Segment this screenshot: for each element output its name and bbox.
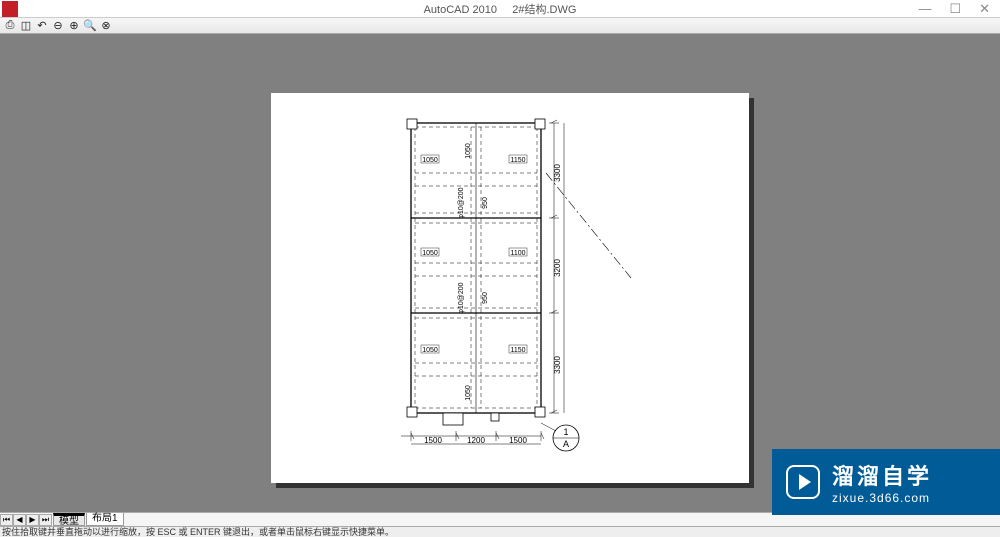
watermark-title: 溜溜自学: [832, 459, 932, 491]
floor-plan-drawing: 3300 3200 3300 1500 1200 1500: [401, 113, 731, 483]
maximize-button[interactable]: ☐: [949, 1, 961, 17]
watermark-sub: zixue.3d66.com: [832, 491, 932, 505]
dim-b1: 1500: [424, 436, 442, 445]
zoom-out-button[interactable]: ⊖: [51, 19, 65, 33]
file-name: 2#结构.DWG: [512, 4, 576, 16]
play-icon: [786, 465, 820, 499]
window-controls: — ☐ ✕: [918, 1, 1000, 17]
dim-r1: 3300: [553, 164, 562, 182]
ir1: 1150: [510, 157, 525, 164]
grid-num: 1: [563, 427, 568, 437]
preview-toolbar: ⎙ ◫ ↶ ⊖ ⊕ 🔍 ⊗: [0, 18, 1000, 34]
v2: 950: [482, 197, 489, 209]
tab-next-button[interactable]: ▶: [26, 514, 39, 526]
minimize-button[interactable]: —: [918, 1, 931, 17]
v1: 1050: [465, 143, 472, 159]
close-preview-button[interactable]: ⊗: [99, 19, 113, 33]
il2: 1050: [422, 250, 438, 257]
dim-r3: 3300: [553, 356, 562, 374]
watermark: 溜溜自学 zixue.3d66.com: [772, 449, 1000, 515]
ir2: 1100: [510, 250, 525, 257]
v4: 1050: [465, 385, 472, 401]
app-name: AutoCAD 2010: [424, 4, 497, 16]
zoom-in-button[interactable]: ⊕: [67, 19, 81, 33]
zoom-glass-button[interactable]: 🔍: [83, 19, 97, 33]
app-icon: [2, 1, 18, 17]
rebar1: φ10@200: [458, 187, 465, 218]
tab-prev-button[interactable]: ◀: [13, 514, 26, 526]
rebar2: φ10@200: [458, 282, 465, 313]
paper-wrapper: 3300 3200 3300 1500 1200 1500: [271, 93, 753, 487]
drawing-area[interactable]: 3300 3200 3300 1500 1200 1500: [0, 34, 1000, 515]
close-button[interactable]: ✕: [979, 1, 990, 17]
title-bar: AutoCAD 2010 2#结构.DWG — ☐ ✕: [0, 0, 1000, 18]
il1: 1050: [422, 157, 438, 164]
dim-r2: 3200: [553, 259, 562, 277]
tab-navigation: ⏮ ◀ ▶ ⏭: [0, 514, 52, 526]
tab-layout1[interactable]: 布局1: [86, 513, 124, 526]
tab-first-button[interactable]: ⏮: [0, 514, 13, 526]
ir3: 1150: [510, 347, 525, 354]
il3: 1050: [422, 347, 438, 354]
paper: 3300 3200 3300 1500 1200 1500: [271, 93, 749, 483]
window-title: AutoCAD 2010 2#结构.DWG: [424, 1, 577, 17]
print-button[interactable]: ⎙: [3, 19, 17, 33]
grid-let: A: [563, 439, 569, 449]
status-bar: 按住拾取键并垂直拖动以进行缩放，按 ESC 或 ENTER 键退出，或者单击鼠标…: [0, 526, 1000, 537]
page-button[interactable]: ◫: [19, 19, 33, 33]
back-button[interactable]: ↶: [35, 19, 49, 33]
tab-model[interactable]: 模型: [53, 513, 85, 526]
dim-b3: 1500: [509, 436, 527, 445]
dim-b2: 1200: [467, 436, 485, 445]
tab-last-button[interactable]: ⏭: [39, 514, 52, 526]
v3: 950: [482, 292, 489, 304]
